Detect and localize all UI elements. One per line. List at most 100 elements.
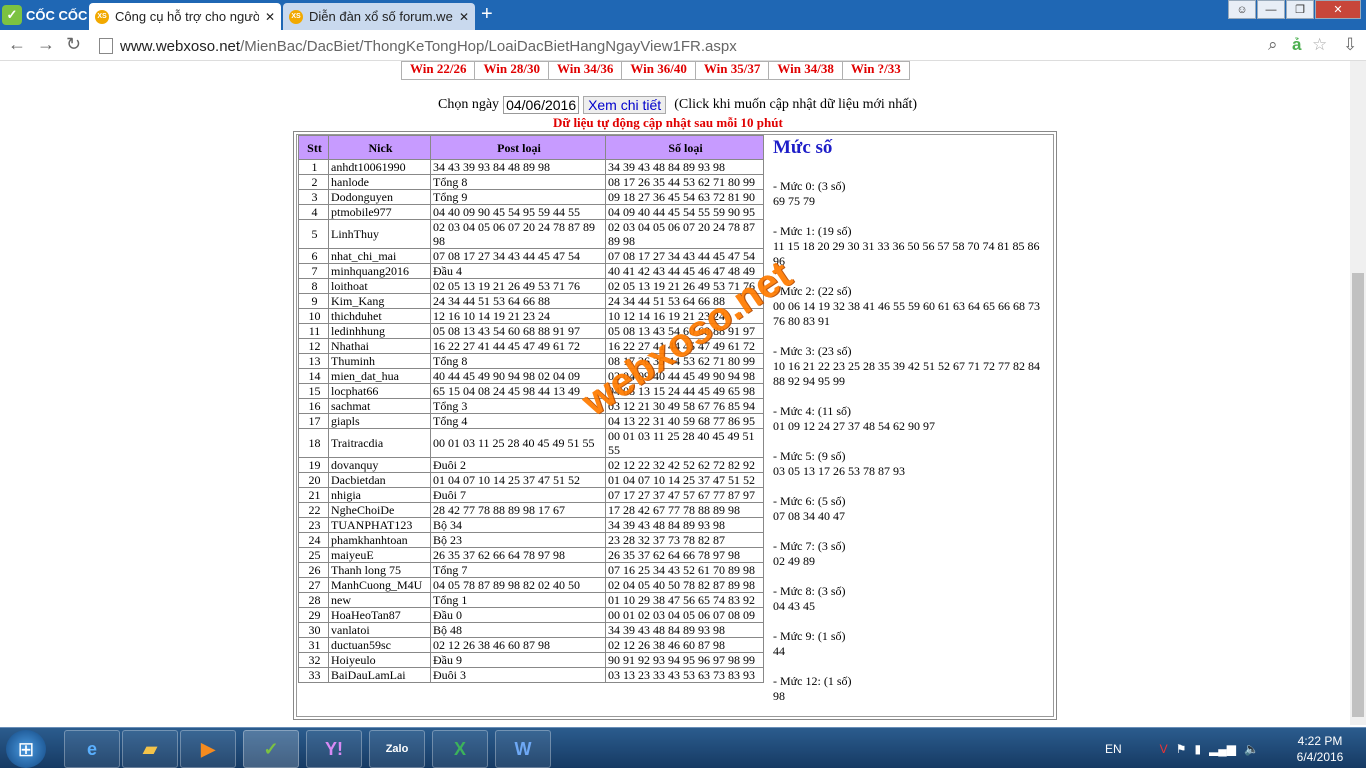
level-label: - Mức 3: (23 số) — [773, 344, 852, 358]
excel-icon[interactable]: X — [432, 730, 488, 768]
table-row: 23 TUANPHAT123 Bộ 34 34 39 43 48 84 89 93 9… — [298, 517, 764, 533]
row-post: Đầu 0 — [430, 607, 606, 623]
row-post: Đầu 9 — [430, 652, 606, 668]
row-numbers: 02 04 09 40 44 45 49 90 94 98 — [605, 368, 764, 384]
table-row: 17 giapls Tổng 4 04 13 22 31 40 59 68 77 86… — [298, 413, 764, 429]
zalo-icon[interactable]: Zalo — [369, 730, 425, 768]
date-input[interactable] — [503, 96, 580, 114]
language-indicator[interactable]: EN — [1105, 742, 1122, 756]
tab-inactive[interactable]: XS Diễn đàn xổ số forum.web ✕ — [283, 3, 475, 30]
back-arrow-icon[interactable]: ← — [8, 34, 26, 55]
media-player-icon[interactable]: ▶ — [180, 730, 236, 768]
row-post: 01 04 07 10 14 25 37 47 51 52 — [430, 472, 606, 488]
row-numbers: 24 34 44 51 53 64 66 88 — [605, 293, 764, 309]
level-group: - Mức 12: (1 số) 98 — [773, 674, 1047, 704]
table-row: 10 thichduhet 12 16 10 14 19 21 23 24 10 12… — [298, 308, 764, 324]
tab-active[interactable]: XS Công cụ hỗ trợ cho người ✕ — [89, 3, 281, 30]
level-title: Mức số — [773, 137, 833, 158]
page-content: Win 22/26 Win 28/30 Win 34/36 Win 36/40 … — [0, 61, 1350, 725]
signal-icon[interactable]: ▂▄▆ — [1209, 742, 1236, 756]
zoom-icon[interactable]: ⌕ — [1268, 35, 1278, 55]
win-stat[interactable]: Win ?/33 — [841, 62, 909, 79]
row-nick: phamkhanhtoan — [328, 532, 431, 548]
row-post: 02 03 04 05 06 07 20 24 78 87 89 98 — [430, 219, 606, 249]
row-stt: 2 — [298, 174, 329, 190]
level-numbers: 98 — [773, 689, 785, 703]
level-group: - Mức 0: (3 số) 69 75 79 — [773, 179, 1047, 209]
row-numbers: 26 35 37 62 64 66 78 97 98 — [605, 547, 764, 563]
col-header-post: Post loại — [430, 135, 606, 160]
row-nick: sachmat — [328, 398, 431, 414]
clock-time: 4:22 PM — [1297, 734, 1343, 748]
level-label: - Mức 12: (1 số) — [773, 674, 852, 688]
clock[interactable]: 4:22 PM 6/4/2016 — [1290, 733, 1350, 765]
win-stats-bar: Win 22/26 Win 28/30 Win 34/36 Win 36/40 … — [401, 61, 910, 80]
url-field[interactable]: www.webxoso.net/MienBac/DacBiet/ThongKeT… — [97, 33, 1337, 59]
table-row: 21 nhigia Đuôi 7 07 17 27 37 47 57 67 77 87… — [298, 487, 764, 503]
system-tray: EN V ⚑ ▮ ▂▄▆ 🔈 — [1105, 728, 1259, 769]
start-button[interactable]: ⊞ — [6, 730, 46, 768]
coccoc-taskbar-icon[interactable]: ✓ — [243, 730, 299, 768]
maximize-icon[interactable]: ❐ — [1286, 0, 1314, 19]
download-icon[interactable]: ⇩ — [1343, 35, 1357, 55]
scrollbar-thumb[interactable] — [1352, 273, 1364, 717]
row-nick: vanlatoi — [328, 622, 431, 638]
row-stt: 9 — [298, 293, 329, 309]
user-icon[interactable]: ☺ — [1228, 0, 1256, 19]
accent-a-icon[interactable]: ả — [1292, 35, 1301, 55]
row-stt: 18 — [298, 428, 329, 458]
row-nick: Nhathai — [328, 338, 431, 354]
level-label: - Mức 6: (5 số) — [773, 494, 846, 508]
table-row: 27 ManhCuong_M4U 04 05 78 87 89 98 82 02 4… — [298, 577, 764, 593]
auto-update-note: Dữ liệu tự động cập nhật sau mỗi 10 phút — [553, 115, 783, 130]
brand-name: CỐC CỐC — [26, 7, 88, 23]
win-stat[interactable]: Win 28/30 — [474, 62, 548, 79]
table-row: 20 Dacbietdan 01 04 07 10 14 25 37 47 51 5… — [298, 472, 764, 488]
vertical-scrollbar[interactable] — [1350, 61, 1366, 725]
win-stat[interactable]: Win 36/40 — [621, 62, 695, 79]
ie-icon[interactable]: e — [64, 730, 120, 768]
level-group: - Mức 1: (19 số) 11 15 18 20 29 30 31 33 … — [773, 224, 1047, 269]
close-window-icon[interactable]: ✕ — [1315, 0, 1361, 19]
row-numbers: 40 41 42 43 44 45 46 47 48 49 — [605, 263, 764, 279]
device-icon[interactable]: ▮ — [1194, 742, 1201, 756]
row-stt: 4 — [298, 204, 329, 220]
win-stat[interactable]: Win 34/38 — [768, 62, 842, 79]
reload-icon[interactable]: ↻ — [66, 34, 81, 55]
bookmark-star-icon[interactable]: ☆ — [1312, 35, 1327, 55]
row-post: 00 01 03 11 25 28 40 45 49 51 55 — [430, 428, 606, 458]
win-stat[interactable]: Win 34/36 — [547, 62, 622, 79]
row-numbers: 04 13 22 31 40 59 68 77 86 95 — [605, 413, 764, 429]
tab-title: Công cụ hỗ trợ cho người — [115, 9, 259, 24]
minimize-icon[interactable]: — — [1257, 0, 1285, 19]
row-numbers: 07 08 17 27 34 43 44 45 47 54 — [605, 248, 764, 264]
close-tab-icon[interactable]: ✕ — [459, 10, 469, 24]
forward-arrow-icon[interactable]: → — [37, 34, 55, 55]
volume-icon[interactable]: 🔈 — [1244, 742, 1259, 756]
row-stt: 20 — [298, 472, 329, 488]
row-post: Tổng 8 — [430, 174, 606, 190]
yahoo-icon[interactable]: Y! — [306, 730, 362, 768]
win-stat[interactable]: Win 35/37 — [694, 62, 769, 79]
close-tab-icon[interactable]: ✕ — [265, 10, 275, 24]
row-post: 04 05 78 87 89 98 82 02 40 50 — [430, 577, 606, 593]
row-stt: 24 — [298, 532, 329, 548]
row-numbers: 16 22 27 41 44 45 47 49 61 72 — [605, 338, 764, 354]
row-numbers: 34 39 43 48 84 89 93 98 — [605, 159, 764, 175]
new-tab-icon[interactable]: + — [481, 4, 493, 24]
folder-icon[interactable]: ▰ — [122, 730, 178, 768]
tab-title: Diễn đàn xổ số forum.web — [309, 9, 453, 24]
level-numbers: 11 15 18 20 29 30 31 33 36 50 56 57 58 7… — [773, 239, 1040, 268]
level-numbers: 69 75 79 — [773, 194, 815, 208]
row-stt: 13 — [298, 353, 329, 369]
view-detail-button[interactable]: Xem chi tiết — [583, 96, 667, 114]
flag-icon[interactable]: ⚑ — [1176, 742, 1187, 756]
win-stat[interactable]: Win 22/26 — [402, 62, 475, 79]
update-hint: (Click khi muốn cập nhật dữ liệu mới nhấ… — [674, 97, 918, 112]
row-stt: 8 — [298, 278, 329, 294]
row-stt: 23 — [298, 517, 329, 533]
row-post: Bộ 23 — [430, 532, 606, 548]
coccoc-logo[interactable]: ✓ CỐC CỐC — [2, 3, 87, 27]
word-icon[interactable]: W — [495, 730, 551, 768]
shield-icon[interactable]: V — [1160, 742, 1168, 756]
